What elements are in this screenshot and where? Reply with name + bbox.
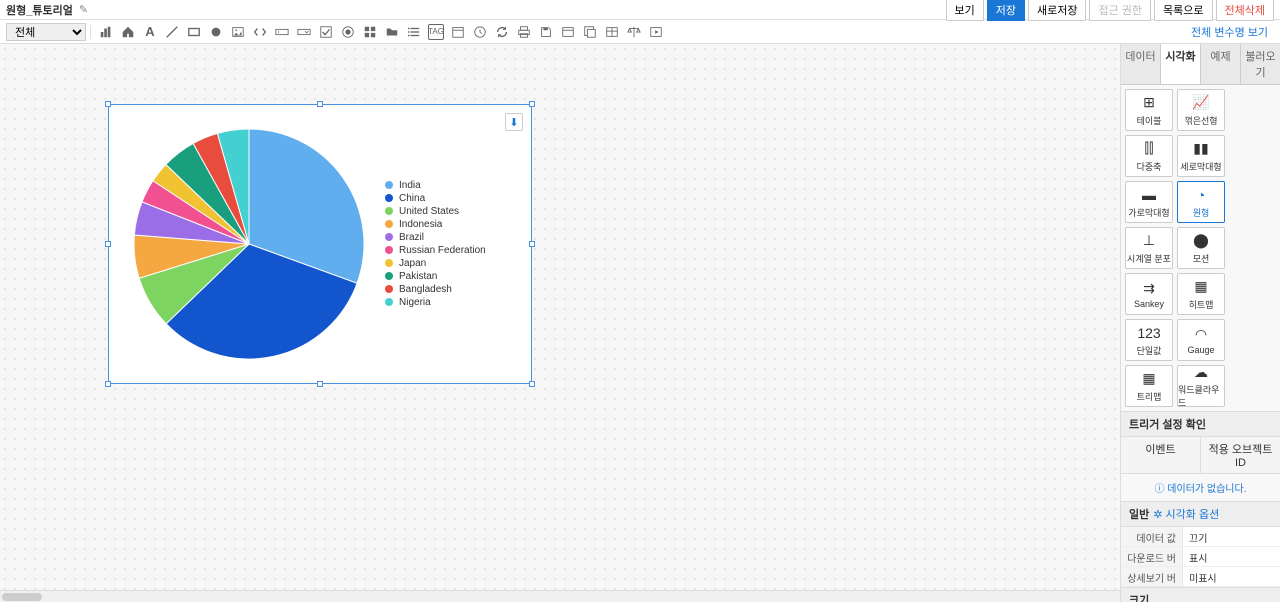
delete-all-button[interactable]: 전체삭제 xyxy=(1216,0,1274,21)
vis-type-heatmap[interactable]: ▦히트맵 xyxy=(1177,273,1225,315)
image-icon[interactable] xyxy=(230,24,246,40)
legend-item[interactable]: China xyxy=(385,192,486,204)
prop-dlbtn-label: 다운로드 버튼 xyxy=(1121,547,1183,566)
save-as-button[interactable]: 새로저장 xyxy=(1028,0,1086,21)
tab-import[interactable]: 불러오기 xyxy=(1241,44,1280,84)
right-sidebar: 데이터 시각화 예제 불러오기 ⊞테이블 📈꺾은선형 ⫿⫿다중축 ▮▮세로막대형… xyxy=(1120,44,1280,602)
list-button[interactable]: 목록으로 xyxy=(1154,0,1212,21)
vis-type-single[interactable]: 123단일값 xyxy=(1125,319,1173,361)
prop-detailbtn-label: 상세보기 버튼 xyxy=(1121,567,1183,586)
vis-type-timeseries[interactable]: ⊥시계열 분포 xyxy=(1125,227,1173,269)
save-icon[interactable] xyxy=(538,24,554,40)
print-icon[interactable] xyxy=(516,24,532,40)
resize-handle[interactable] xyxy=(105,241,111,247)
checkbox-icon[interactable] xyxy=(318,24,334,40)
window-icon[interactable] xyxy=(560,24,576,40)
legend-item[interactable]: Russian Federation xyxy=(385,244,486,256)
trigger-col-event: 이벤트 xyxy=(1121,437,1201,473)
vis-options-link[interactable]: ✲ 시각화 옵션 xyxy=(1153,509,1219,521)
bar-chart-icon[interactable] xyxy=(98,24,114,40)
canvas[interactable]: ⬇ IndiaChinaUnited StatesIndonesiaBrazil… xyxy=(0,44,1120,590)
download-icon[interactable]: ⬇ xyxy=(505,113,523,131)
vis-type-hbar[interactable]: ▬가로막대형 xyxy=(1125,181,1173,223)
folder-icon[interactable] xyxy=(384,24,400,40)
vis-type-line[interactable]: 📈꺾은선형 xyxy=(1177,89,1225,131)
calendar-icon[interactable] xyxy=(450,24,466,40)
prop-datalabel-value[interactable]: 끄기 xyxy=(1183,527,1280,546)
pie-chart-widget[interactable]: ⬇ IndiaChinaUnited StatesIndonesiaBrazil… xyxy=(108,104,532,384)
horizontal-scrollbar[interactable] xyxy=(0,590,1120,602)
legend-item[interactable]: Bangladesh xyxy=(385,283,486,295)
edit-title-icon[interactable]: ✎ xyxy=(79,3,88,16)
dropdown-icon[interactable] xyxy=(296,24,312,40)
section-general: 일반✲ 시각화 옵션 xyxy=(1121,501,1280,527)
vis-type-motion[interactable]: ⬤모션 xyxy=(1177,227,1225,269)
resize-handle[interactable] xyxy=(317,101,323,107)
vis-type-table[interactable]: ⊞테이블 xyxy=(1125,89,1173,131)
prop-dlbtn-value[interactable]: 표시 xyxy=(1183,547,1280,566)
trigger-col-objid: 적용 오브젝트 ID xyxy=(1201,437,1280,473)
vis-type-gauge[interactable]: ◠Gauge xyxy=(1177,319,1225,361)
view-button[interactable]: 보기 xyxy=(946,0,984,21)
trigger-nodata: 데이터가 없습니다. xyxy=(1121,474,1280,501)
tab-visualization[interactable]: 시각화 xyxy=(1161,44,1201,84)
legend-item[interactable]: Pakistan xyxy=(385,270,486,282)
circle-icon[interactable] xyxy=(208,24,224,40)
tab-etc[interactable]: 예제 xyxy=(1201,44,1241,84)
prop-detailbtn-value[interactable]: 미표시 xyxy=(1183,567,1280,586)
show-variables-link[interactable]: 전체 변수명 보기 xyxy=(1191,24,1274,40)
legend-item[interactable]: United States xyxy=(385,205,486,217)
list-icon[interactable] xyxy=(406,24,422,40)
legend-item[interactable]: Japan xyxy=(385,257,486,269)
vis-type-sankey[interactable]: ⇉Sankey xyxy=(1125,273,1173,315)
vis-type-wordcloud[interactable]: ☁워드클라우드 xyxy=(1177,365,1225,407)
resize-handle[interactable] xyxy=(105,101,111,107)
text-icon[interactable]: A xyxy=(142,24,158,40)
table-icon[interactable] xyxy=(604,24,620,40)
modal-icon[interactable] xyxy=(582,24,598,40)
resize-handle[interactable] xyxy=(105,381,111,387)
play-window-icon[interactable] xyxy=(648,24,664,40)
section-size: 크기 xyxy=(1121,587,1280,602)
resize-handle[interactable] xyxy=(529,101,535,107)
line-icon[interactable] xyxy=(164,24,180,40)
legend-item[interactable]: Indonesia xyxy=(385,218,486,230)
tag-badge-icon[interactable]: TAG xyxy=(428,24,444,40)
resize-handle[interactable] xyxy=(317,381,323,387)
vis-type-vbar[interactable]: ▮▮세로막대형 xyxy=(1177,135,1225,177)
vis-type-treemap[interactable]: ▦트리맵 xyxy=(1125,365,1173,407)
balance-icon[interactable] xyxy=(626,24,642,40)
refresh-icon[interactable] xyxy=(494,24,510,40)
chart-legend: IndiaChinaUnited StatesIndonesiaBrazilRu… xyxy=(385,179,486,309)
radio-icon[interactable] xyxy=(340,24,356,40)
legend-item[interactable]: India xyxy=(385,179,486,191)
resize-handle[interactable] xyxy=(529,241,535,247)
save-button[interactable]: 저장 xyxy=(987,0,1025,21)
resize-handle[interactable] xyxy=(529,381,535,387)
vis-type-multiaxis[interactable]: ⫿⫿다중축 xyxy=(1125,135,1173,177)
home-icon[interactable] xyxy=(120,24,136,40)
pie-chart xyxy=(129,124,369,364)
scope-select[interactable]: 전체 xyxy=(6,23,86,41)
prop-datalabel-label: 데이터 값 표시 xyxy=(1121,527,1183,546)
rect-icon[interactable] xyxy=(186,24,202,40)
vis-type-pie[interactable]: ◔원형 xyxy=(1177,181,1225,223)
grid-icon[interactable] xyxy=(362,24,378,40)
permission-button: 접근 권한 xyxy=(1089,0,1151,21)
code-icon[interactable] xyxy=(252,24,268,40)
clock-icon[interactable] xyxy=(472,24,488,40)
section-trigger: 트리거 설정 확인 xyxy=(1121,411,1280,437)
page-title: 원형_튜토리얼 xyxy=(6,2,73,18)
legend-item[interactable]: Brazil xyxy=(385,231,486,243)
tab-data[interactable]: 데이터 xyxy=(1121,44,1161,84)
legend-item[interactable]: Nigeria xyxy=(385,296,486,308)
input-textfield-icon[interactable] xyxy=(274,24,290,40)
